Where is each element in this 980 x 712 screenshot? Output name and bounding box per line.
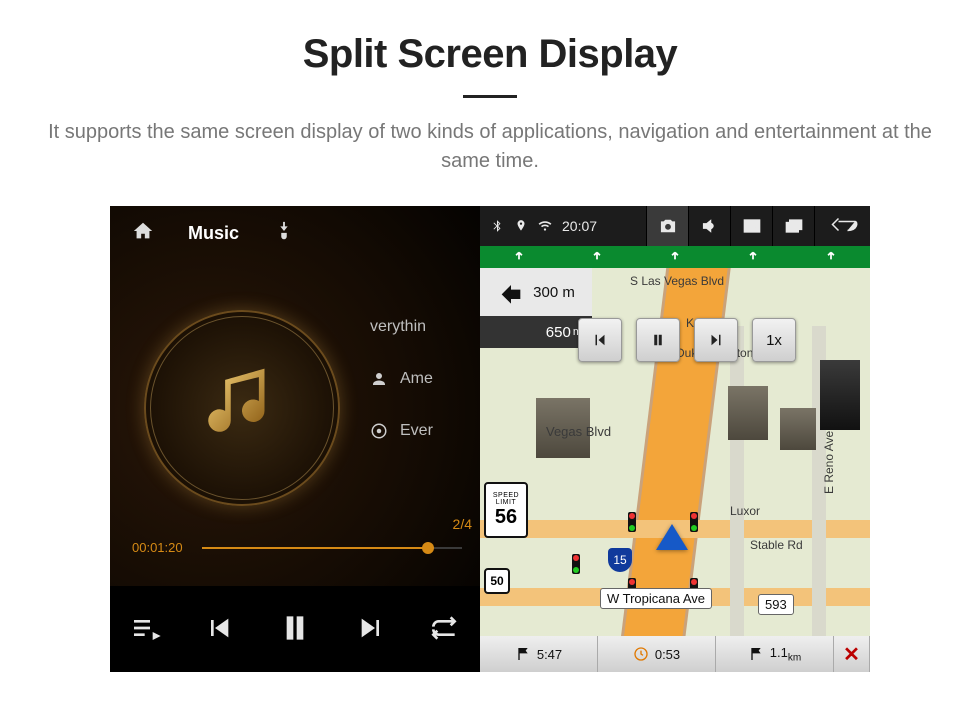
street-label: Vegas Blvd bbox=[546, 424, 611, 439]
playlist-button[interactable] bbox=[130, 612, 162, 647]
sim-playback-controls: 1x bbox=[578, 318, 796, 362]
flag-icon bbox=[515, 646, 531, 662]
remaining-distance: 1.1km bbox=[716, 636, 834, 672]
title-rule bbox=[463, 95, 517, 98]
music-pane: Music verythin Ame Ever 2/4 00:01 bbox=[110, 206, 480, 672]
artist-row: Ame bbox=[370, 370, 480, 388]
prev-track-button[interactable] bbox=[203, 612, 235, 647]
street-banner: W Tropicana Ave bbox=[600, 588, 712, 609]
flag-icon bbox=[748, 646, 764, 662]
usb-icon[interactable] bbox=[273, 220, 295, 247]
sim-speed-button[interactable]: 1x bbox=[752, 318, 796, 362]
page-title: Split Screen Display bbox=[0, 32, 980, 77]
music-app-title: Music bbox=[188, 223, 239, 244]
next-track-button[interactable] bbox=[355, 612, 387, 647]
location-icon bbox=[514, 219, 528, 233]
album-art bbox=[144, 310, 340, 506]
close-nav-button[interactable]: ✕ bbox=[834, 636, 870, 672]
volume-button[interactable] bbox=[688, 206, 730, 246]
system-bar: 20:07 bbox=[480, 206, 870, 246]
clock-icon bbox=[633, 646, 649, 662]
track-title-row: verythin bbox=[370, 318, 480, 336]
navigation-pane: 20:07 S Las Vegas Blvd bbox=[480, 206, 870, 672]
sim-prev-button[interactable] bbox=[578, 318, 622, 362]
clock: 20:07 bbox=[562, 218, 597, 234]
home-icon[interactable] bbox=[132, 220, 154, 247]
bluetooth-icon bbox=[490, 219, 504, 233]
track-index: 2/4 bbox=[453, 516, 472, 532]
lane-guidance bbox=[480, 246, 870, 268]
seek-bar[interactable]: 00:01:20 bbox=[132, 536, 462, 560]
elapsed-time: 00:01:20 bbox=[132, 540, 183, 555]
street-label: S Las Vegas Blvd bbox=[630, 274, 724, 288]
turn-instruction: 300 m 650m bbox=[480, 268, 592, 348]
sim-pause-button[interactable] bbox=[636, 318, 680, 362]
screenshot-button[interactable] bbox=[646, 206, 688, 246]
street-label: Luxor bbox=[730, 504, 760, 518]
page-subtitle: It supports the same screen display of t… bbox=[40, 118, 940, 176]
street-label: Stable Rd bbox=[750, 538, 803, 552]
route-shield: 50 bbox=[484, 568, 510, 594]
pause-button[interactable] bbox=[275, 608, 315, 651]
street-label: E Reno Ave bbox=[822, 431, 836, 494]
nav-footer: 5:47 0:53 1.1km ✕ bbox=[480, 636, 870, 672]
eta: 5:47 bbox=[480, 636, 598, 672]
heading-arrow bbox=[656, 524, 688, 550]
speed-limit-sign: SPEED LIMIT 56 bbox=[484, 482, 528, 538]
sim-next-button[interactable] bbox=[694, 318, 738, 362]
back-button[interactable] bbox=[814, 206, 870, 246]
album-row: Ever bbox=[370, 422, 480, 440]
trip-time: 0:53 bbox=[598, 636, 716, 672]
highway-shield: 15 bbox=[608, 548, 632, 572]
recent-apps-button[interactable] bbox=[772, 206, 814, 246]
disc-icon bbox=[370, 422, 388, 440]
close-window-button[interactable] bbox=[730, 206, 772, 246]
wifi-icon bbox=[538, 219, 552, 233]
repeat-button[interactable] bbox=[428, 612, 460, 647]
exit-banner: 593 bbox=[758, 594, 794, 615]
person-icon bbox=[370, 370, 388, 388]
turn-left-icon bbox=[497, 278, 525, 306]
